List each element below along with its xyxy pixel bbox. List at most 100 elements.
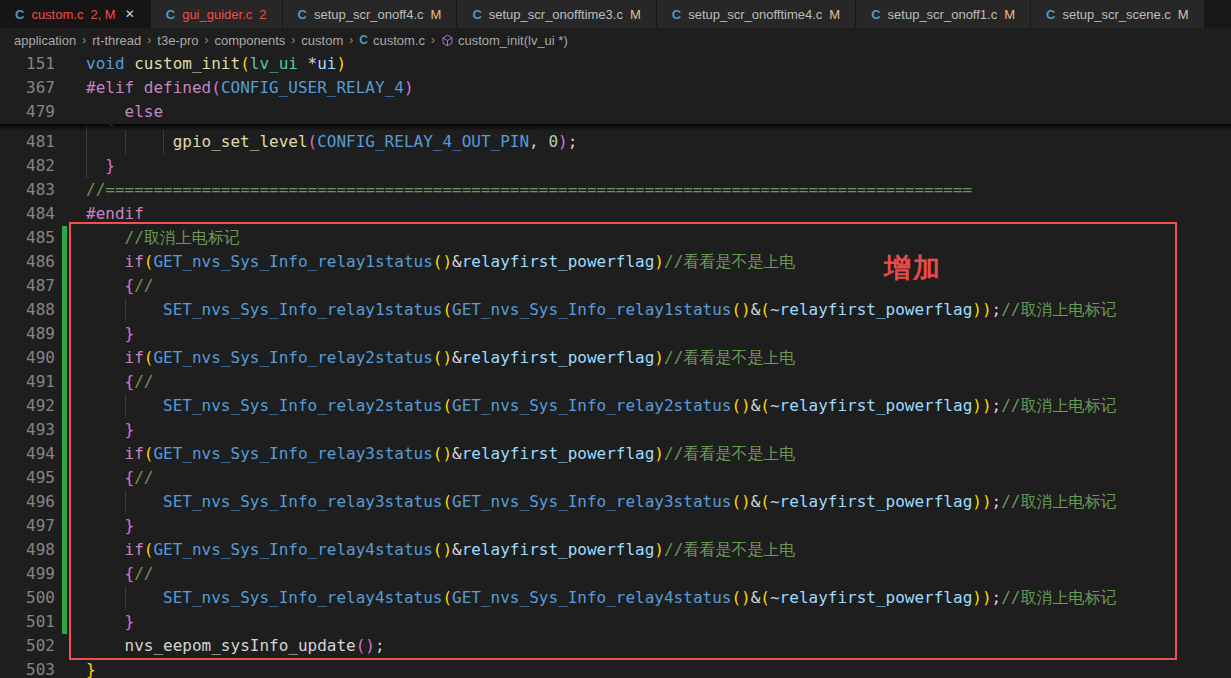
code-text: //取消上电标记 — [125, 226, 240, 250]
code-line[interactable]: 501} — [0, 610, 1231, 634]
code-line[interactable]: 503} — [0, 658, 1231, 678]
code-line[interactable]: 499{// — [0, 562, 1231, 586]
line-number[interactable]: 494 — [0, 442, 55, 466]
code-line[interactable]: 486 if(GET_nvs_Sys_Info_relay1status()&re… — [0, 250, 1231, 274]
line-number[interactable]: 500 — [0, 586, 55, 610]
code-text: } — [125, 514, 135, 538]
c-file-icon: C — [359, 33, 368, 47]
line-number[interactable]: 487 — [0, 274, 55, 298]
code-line[interactable]: 489} — [0, 322, 1231, 346]
line-number[interactable]: 485 — [0, 226, 55, 250]
breadcrumb-label: rt-thread — [92, 33, 141, 48]
code-line[interactable]: 151 void custom_init(lv_ui *ui) — [0, 52, 1231, 76]
line-number[interactable]: 493 — [0, 418, 55, 442]
breadcrumb-item[interactable]: custom — [301, 33, 343, 48]
code-text: //======================================… — [86, 178, 972, 202]
code-text: if(GET_nvs_Sys_Info_relay4status()&relay… — [125, 538, 796, 562]
breadcrumb-label: custom_init(lv_ui *) — [458, 33, 568, 48]
code-text: {// — [125, 274, 154, 298]
line-number[interactable]: 490 — [0, 346, 55, 370]
gutter-added-marker — [62, 298, 67, 322]
line-number[interactable]: 503 — [0, 658, 55, 678]
code-line[interactable]: 491 {// — [0, 370, 1231, 394]
gutter-added-marker — [62, 370, 67, 394]
code-line[interactable]: 487 {// — [0, 274, 1231, 298]
line-number[interactable]: 489 — [0, 322, 55, 346]
line-number[interactable]: 367 — [0, 76, 55, 100]
code-line[interactable]: 485 //取消上电标记 — [0, 226, 1231, 250]
breadcrumb-separator-icon: › — [82, 33, 86, 47]
breadcrumb-item[interactable]: t3e-pro — [157, 33, 198, 48]
tab-label: setup_scr_onofftime3.c — [489, 7, 623, 22]
tab-label: setup_scr_scene.c — [1062, 7, 1170, 22]
code-line[interactable]: 482} — [0, 154, 1231, 178]
line-number[interactable]: 484 — [0, 202, 55, 226]
code-line[interactable]: 479 else — [0, 100, 1231, 124]
tab-badge: M — [630, 7, 641, 22]
indent-guide — [125, 586, 126, 610]
tab-setup_scr_scene.c[interactable]: Csetup_scr_scene.cM — [1031, 0, 1204, 28]
line-number[interactable]: 488 — [0, 298, 55, 322]
breadcrumb-item[interactable]: Ccustom.c — [359, 33, 425, 48]
code-text: {// — [125, 370, 154, 394]
breadcrumb-item[interactable]: application — [14, 33, 76, 48]
code-line[interactable]: 484#endif — [0, 202, 1231, 226]
line-number[interactable]: 479 — [0, 100, 55, 124]
code-line[interactable]: 493} — [0, 418, 1231, 442]
code-text: } — [105, 154, 115, 178]
line-number[interactable]: 482 — [0, 154, 55, 178]
close-icon[interactable]: ✕ — [125, 7, 135, 21]
code-line[interactable]: 492SET_nvs_Sys_Info_relay2status(GET_nvs… — [0, 394, 1231, 418]
tab-custom.c[interactable]: Ccustom.c2, M✕ — [0, 0, 150, 28]
line-number[interactable]: 481 — [0, 130, 55, 154]
code-line[interactable]: 502nvs_eepom_sysInfo_update(); — [0, 634, 1231, 658]
code-line[interactable]: 490if(GET_nvs_Sys_Info_relay2status()&re… — [0, 346, 1231, 370]
gutter-added-marker — [62, 586, 67, 610]
line-number[interactable]: 495 — [0, 466, 55, 490]
line-number[interactable]: 492 — [0, 394, 55, 418]
line-number[interactable]: 151 — [0, 52, 55, 76]
code-line[interactable]: 500SET_nvs_Sys_Info_relay4status(GET_nvs… — [0, 586, 1231, 610]
tab-badge: 2, M — [90, 7, 115, 22]
code-text: if(GET_nvs_Sys_Info_relay1status()&relay… — [125, 250, 796, 274]
code-line[interactable]: 495{// — [0, 466, 1231, 490]
line-number[interactable]: 499 — [0, 562, 55, 586]
tab-setup_scr_onofftime3.c[interactable]: Csetup_scr_onofftime3.cM — [457, 0, 655, 28]
code-line[interactable]: 497} — [0, 514, 1231, 538]
code-text: else — [125, 100, 164, 124]
code-editor[interactable]: 480{//481gpio_set_level(CONFIG_RELAY_4_O… — [0, 52, 1231, 678]
indent-guide — [125, 130, 126, 154]
breadcrumb-item[interactable]: components — [215, 33, 286, 48]
line-number[interactable]: 486 — [0, 250, 55, 274]
gutter-added-marker — [62, 418, 67, 442]
breadcrumb-separator-icon: › — [431, 33, 435, 47]
breadcrumb-item[interactable]: rt-thread — [92, 33, 141, 48]
gutter-added-marker — [62, 250, 67, 274]
gutter-added-marker — [62, 394, 67, 418]
line-number[interactable]: 483 — [0, 178, 55, 202]
code-text: void custom_init(lv_ui *ui) — [86, 52, 346, 76]
c-file-icon: C — [871, 7, 880, 22]
line-number[interactable]: 502 — [0, 634, 55, 658]
line-number[interactable]: 496 — [0, 490, 55, 514]
line-number[interactable]: 501 — [0, 610, 55, 634]
tab-setup_scr_onoff4.c[interactable]: Csetup_scr_onoff4.cM — [283, 0, 457, 28]
gutter-added-marker — [62, 562, 67, 586]
code-line[interactable]: 488SET_nvs_Sys_Info_relay1status(GET_nvs… — [0, 298, 1231, 322]
breadcrumb-item[interactable]: custom_init(lv_ui *) — [441, 33, 568, 48]
line-number[interactable]: 497 — [0, 514, 55, 538]
tab-gui_guider.c[interactable]: Cgui_guider.c2 — [151, 0, 282, 28]
line-number[interactable]: 491 — [0, 370, 55, 394]
code-line[interactable]: 481gpio_set_level(CONFIG_RELAY_4_OUT_PIN… — [0, 130, 1231, 154]
breadcrumb-separator-icon: › — [291, 33, 295, 47]
tab-setup_scr_onofftime4.c[interactable]: Csetup_scr_onofftime4.cM — [657, 0, 855, 28]
code-line[interactable]: 494if(GET_nvs_Sys_Info_relay3status()&re… — [0, 442, 1231, 466]
line-number[interactable]: 498 — [0, 538, 55, 562]
tab-label: custom.c — [31, 7, 83, 22]
tab-setup_scr_onoff1.c[interactable]: Csetup_scr_onoff1.cM — [856, 0, 1030, 28]
code-line[interactable]: 498 if(GET_nvs_Sys_Info_relay4status()&re… — [0, 538, 1231, 562]
code-line[interactable]: 496SET_nvs_Sys_Info_relay3status(GET_nvs… — [0, 490, 1231, 514]
code-line[interactable]: 367#elif defined(CONFIG_USER_RELAY_4) — [0, 76, 1231, 100]
code-line[interactable]: 483 //===================================… — [0, 178, 1231, 202]
indent-guide — [125, 490, 126, 514]
